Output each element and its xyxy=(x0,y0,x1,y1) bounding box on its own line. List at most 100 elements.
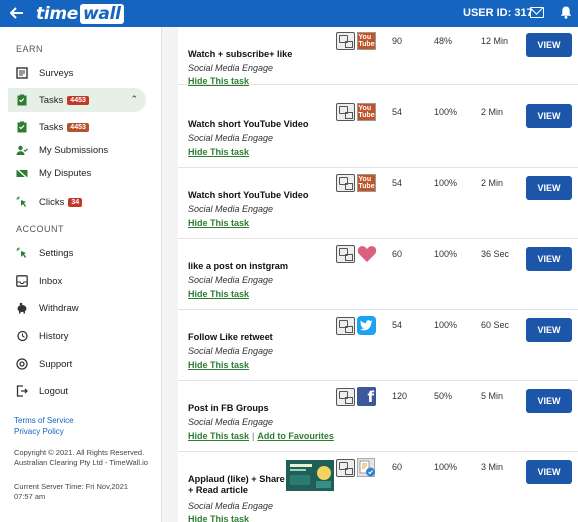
sidebar-item-label: History xyxy=(39,330,69,342)
task-title: Watch short YouTube Video xyxy=(188,190,309,200)
task-rate: 48% xyxy=(434,36,453,46)
task-time: 36 Sec xyxy=(481,249,510,259)
section-earn: EARN xyxy=(16,44,44,54)
timewall-logo[interactable]: time wall xyxy=(36,3,124,24)
task-reward: 120 xyxy=(392,391,408,401)
sidebar-item-inbox[interactable]: Inbox xyxy=(8,269,146,293)
sidebar-item-label: My Disputes xyxy=(39,167,92,179)
cursor-icon xyxy=(16,196,28,208)
task-category: Social Media Engage xyxy=(188,63,274,73)
sidebar-item-my-submissions[interactable]: My Submissions xyxy=(8,138,146,162)
sidebar-item-label: Inbox xyxy=(39,275,63,287)
task-reward: 54 xyxy=(392,320,403,330)
sidebar-item-label: Tasks xyxy=(39,121,64,133)
youtube-icon: You Tube xyxy=(357,174,376,192)
sidebar-item-tasks[interactable]: Tasks 4453 ⌃ xyxy=(8,88,146,112)
task-count-badge: 4453 xyxy=(67,122,89,132)
sidebar-item-label: Withdraw xyxy=(39,302,79,314)
sidebar-item-logout[interactable]: Logout xyxy=(8,379,146,403)
earn-icon xyxy=(336,245,355,263)
facebook-icon: f xyxy=(357,387,376,406)
task-count-badge: 4453 xyxy=(67,95,89,105)
task-category: Social Media Engage xyxy=(188,346,274,356)
task-rate: 100% xyxy=(434,178,458,188)
sidebar-item-clicks[interactable]: Clicks 34 xyxy=(8,190,146,214)
menu-back-icon[interactable] xyxy=(9,6,26,22)
task-title: Watch + subscribe+ like xyxy=(188,49,293,59)
sidebar-item-support[interactable]: Support xyxy=(8,352,146,376)
logo-text-time: time xyxy=(36,3,78,24)
earn-icon xyxy=(336,174,355,192)
task-category: Social Media Engage xyxy=(188,275,274,285)
youtube-icon: You Tube xyxy=(357,103,376,121)
user-id: USER ID: 317 xyxy=(463,7,533,19)
earn-icon xyxy=(336,103,355,121)
task-title: Follow Like retweet xyxy=(188,332,273,342)
bell-icon[interactable] xyxy=(560,6,572,19)
task-category: Social Media Engage xyxy=(188,133,274,143)
logout-icon xyxy=(16,385,28,397)
task-title: Post in FB Groups xyxy=(188,403,269,413)
view-button[interactable]: VIEW xyxy=(526,318,572,342)
logo-text-wall: wall xyxy=(80,3,124,24)
hide-task-link[interactable]: Hide This task xyxy=(188,76,249,86)
view-button[interactable]: VIEW xyxy=(526,389,572,413)
view-button[interactable]: VIEW xyxy=(526,247,572,271)
sidebar-item-my-disputes[interactable]: My Disputes xyxy=(8,161,146,185)
task-time: 3 Min xyxy=(481,462,504,472)
disputes-icon xyxy=(16,167,28,179)
view-button[interactable]: VIEW xyxy=(526,33,572,57)
sidebar-item-label: My Submissions xyxy=(39,144,109,156)
inbox-icon xyxy=(16,275,28,287)
terms-link[interactable]: Terms of Service xyxy=(14,416,74,425)
privacy-link[interactable]: Privacy Policy xyxy=(14,427,64,436)
task-row: Watch short YouTube Video Social Media E… xyxy=(178,97,578,168)
earn-icon xyxy=(336,32,355,50)
sidebar-item-label: Settings xyxy=(39,247,74,259)
view-button[interactable]: VIEW xyxy=(526,104,572,128)
hide-task-link[interactable]: Hide This task xyxy=(188,147,249,157)
sidebar-item-label: Clicks xyxy=(39,196,65,208)
task-category: Social Media Engage xyxy=(188,204,274,214)
task-time: 5 Min xyxy=(481,391,504,401)
add-to-favourites-link[interactable]: Add to Favourites xyxy=(257,431,334,441)
task-time: 60 Sec xyxy=(481,320,510,330)
mail-icon[interactable] xyxy=(530,7,544,18)
piggy-bank-icon xyxy=(16,302,28,314)
clicks-count-badge: 34 xyxy=(68,197,83,207)
earn-icon xyxy=(336,387,355,406)
task-rate: 50% xyxy=(434,391,453,401)
applaud-icon xyxy=(357,458,375,477)
task-time: 2 Min xyxy=(481,107,504,117)
sidebar-item-label: Logout xyxy=(39,385,69,397)
task-reward: 90 xyxy=(392,36,403,46)
sidebar-item-settings[interactable]: Settings xyxy=(8,241,146,265)
task-list: Watch + subscribe+ like Social Media Eng… xyxy=(178,27,578,522)
survey-icon xyxy=(16,67,28,79)
sidebar-item-label: Support xyxy=(39,358,73,370)
history-icon xyxy=(16,330,28,342)
sidebar-item-withdraw[interactable]: Withdraw xyxy=(8,296,146,320)
task-time: 12 Min xyxy=(481,36,509,46)
hide-task-link[interactable]: Hide This task xyxy=(188,360,249,370)
sidebar-item-tasks-sub[interactable]: Tasks 4453 xyxy=(8,115,146,139)
task-row: Post in FB Groups Social Media Engage Hi… xyxy=(178,381,578,452)
task-row: Applaud (like) + Share + Read article So… xyxy=(178,452,578,522)
task-rate: 100% xyxy=(434,462,458,472)
view-button[interactable]: VIEW xyxy=(526,460,572,484)
task-reward: 60 xyxy=(392,462,403,472)
view-button[interactable]: VIEW xyxy=(526,176,572,200)
hide-task-link[interactable]: Hide This task xyxy=(188,218,249,228)
task-title: Watch short YouTube Video xyxy=(188,119,309,129)
hide-task-link[interactable]: Hide This task xyxy=(188,289,249,299)
sidebar-item-surveys[interactable]: Surveys xyxy=(8,61,146,85)
clipboard-icon xyxy=(16,94,28,106)
link-separator: | xyxy=(252,431,255,441)
sidebar-item-history[interactable]: History xyxy=(8,324,146,348)
hide-task-link[interactable]: Hide This task xyxy=(188,431,249,441)
task-row: Watch short YouTube Video Social Media E… xyxy=(178,168,578,239)
earn-icon xyxy=(336,458,355,477)
task-rate: 100% xyxy=(434,107,458,117)
hide-task-link[interactable]: Hide This task xyxy=(188,514,249,522)
chevron-up-icon[interactable]: ⌃ xyxy=(130,94,138,105)
